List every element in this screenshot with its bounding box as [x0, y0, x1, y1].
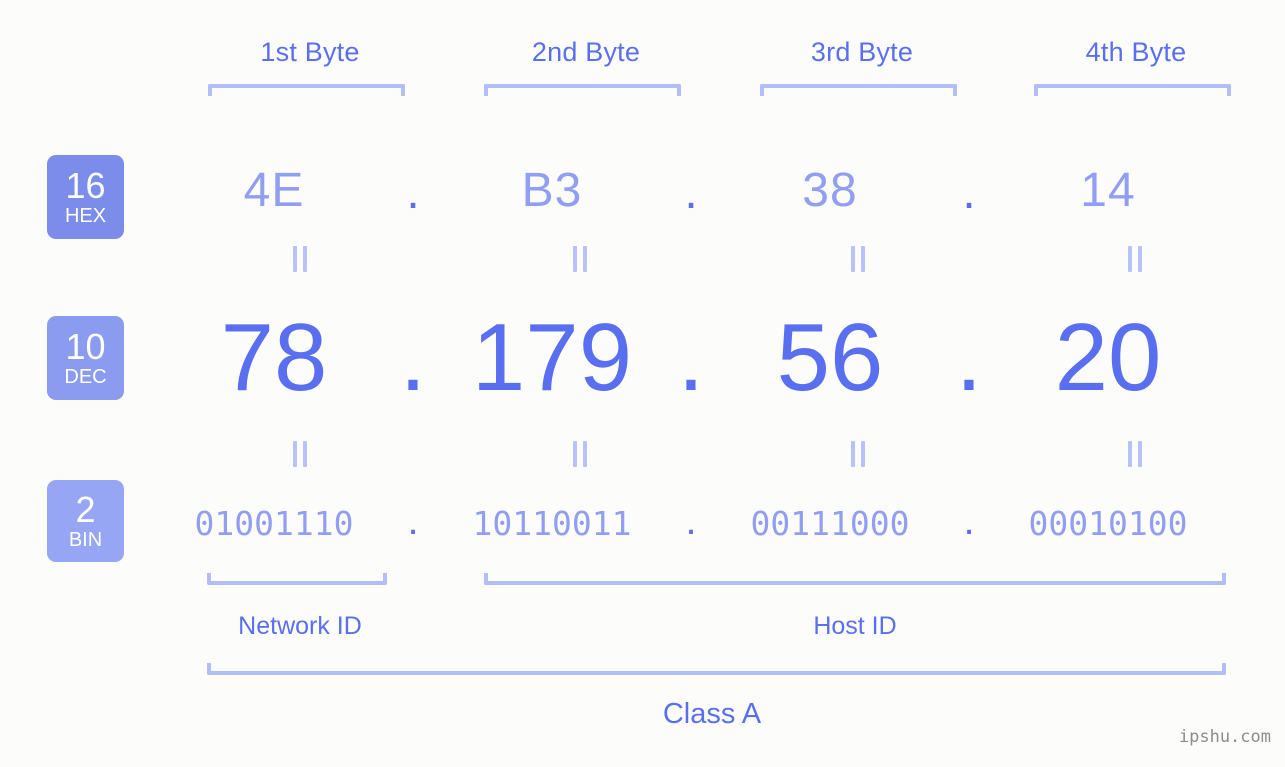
- host-id-bracket: [484, 573, 1226, 585]
- bin-separator-3: .: [963, 498, 975, 543]
- equals-dec-bin-1: [289, 441, 311, 467]
- host-id-label: Host ID: [813, 612, 897, 640]
- base-badge-dec-number: 10: [65, 325, 106, 367]
- hex-octet-2: B3: [521, 163, 583, 217]
- equals-hex-dec-4: [1124, 246, 1146, 272]
- bin-separator-2: .: [685, 498, 697, 543]
- dec-separator-3: .: [955, 304, 983, 411]
- hex-separator-1: .: [406, 165, 420, 219]
- dec-separator-1: .: [399, 304, 427, 411]
- class-bracket: [207, 663, 1226, 675]
- hex-octet-4: 14: [1080, 163, 1136, 217]
- base-badge-hex-label: HEX: [64, 204, 107, 227]
- bin-value-row: 01001110 . 10110011 . 00111000 . 0001010…: [160, 492, 1270, 554]
- base-badge-bin: 2 BIN: [47, 480, 124, 562]
- byte-header-2: 2nd Byte: [531, 37, 641, 67]
- byte-bracket-4: [1034, 84, 1231, 96]
- base-badge-hex-number: 16: [65, 164, 106, 206]
- ip-address-breakdown-diagram: 1st Byte 2nd Byte 3rd Byte 4th Byte 16 H…: [0, 0, 1285, 767]
- dec-separator-2: .: [677, 304, 705, 411]
- bin-octet-4: 00010100: [1028, 503, 1188, 543]
- equals-hex-dec-1: [289, 246, 311, 272]
- base-badge-bin-label: BIN: [68, 528, 103, 551]
- dec-octet-2: 179: [471, 304, 633, 411]
- network-id-bracket: [207, 573, 387, 585]
- bin-separator-1: .: [407, 498, 419, 543]
- hex-octet-3: 38: [802, 163, 858, 217]
- hex-octet-1: 4E: [243, 163, 305, 217]
- bin-octet-1: 01001110: [194, 503, 354, 543]
- base-badge-bin-number: 2: [75, 488, 96, 530]
- bin-octet-2: 10110011: [472, 503, 632, 543]
- hex-separator-3: .: [962, 165, 976, 219]
- base-badge-dec-label: DEC: [64, 365, 107, 388]
- equals-hex-dec-3: [847, 246, 869, 272]
- byte-header-1: 1st Byte: [260, 37, 360, 67]
- dec-value-row: 78 . 179 . 56 . 20: [160, 300, 1270, 416]
- equals-hex-dec-2: [569, 246, 591, 272]
- byte-bracket-1: [208, 84, 405, 96]
- byte-bracket-2: [484, 84, 681, 96]
- equals-dec-bin-3: [847, 441, 869, 467]
- byte-header-3: 3rd Byte: [810, 37, 914, 67]
- class-label: Class A: [662, 698, 762, 730]
- hex-value-row: 4E . B3 . 38 . 14: [160, 148, 1270, 232]
- network-id-label: Network ID: [238, 612, 362, 640]
- equals-dec-bin-2: [569, 441, 591, 467]
- base-badge-dec: 10 DEC: [47, 316, 124, 400]
- base-badge-hex: 16 HEX: [47, 155, 124, 239]
- byte-header-4: 4th Byte: [1085, 37, 1187, 67]
- equals-dec-bin-4: [1124, 441, 1146, 467]
- bin-octet-3: 00111000: [750, 503, 910, 543]
- dec-octet-4: 20: [1054, 304, 1162, 411]
- dec-octet-1: 78: [220, 304, 328, 411]
- hex-separator-2: .: [684, 165, 698, 219]
- dec-octet-3: 56: [776, 304, 884, 411]
- byte-bracket-3: [760, 84, 957, 96]
- site-watermark: ipshu.com: [1178, 727, 1271, 747]
